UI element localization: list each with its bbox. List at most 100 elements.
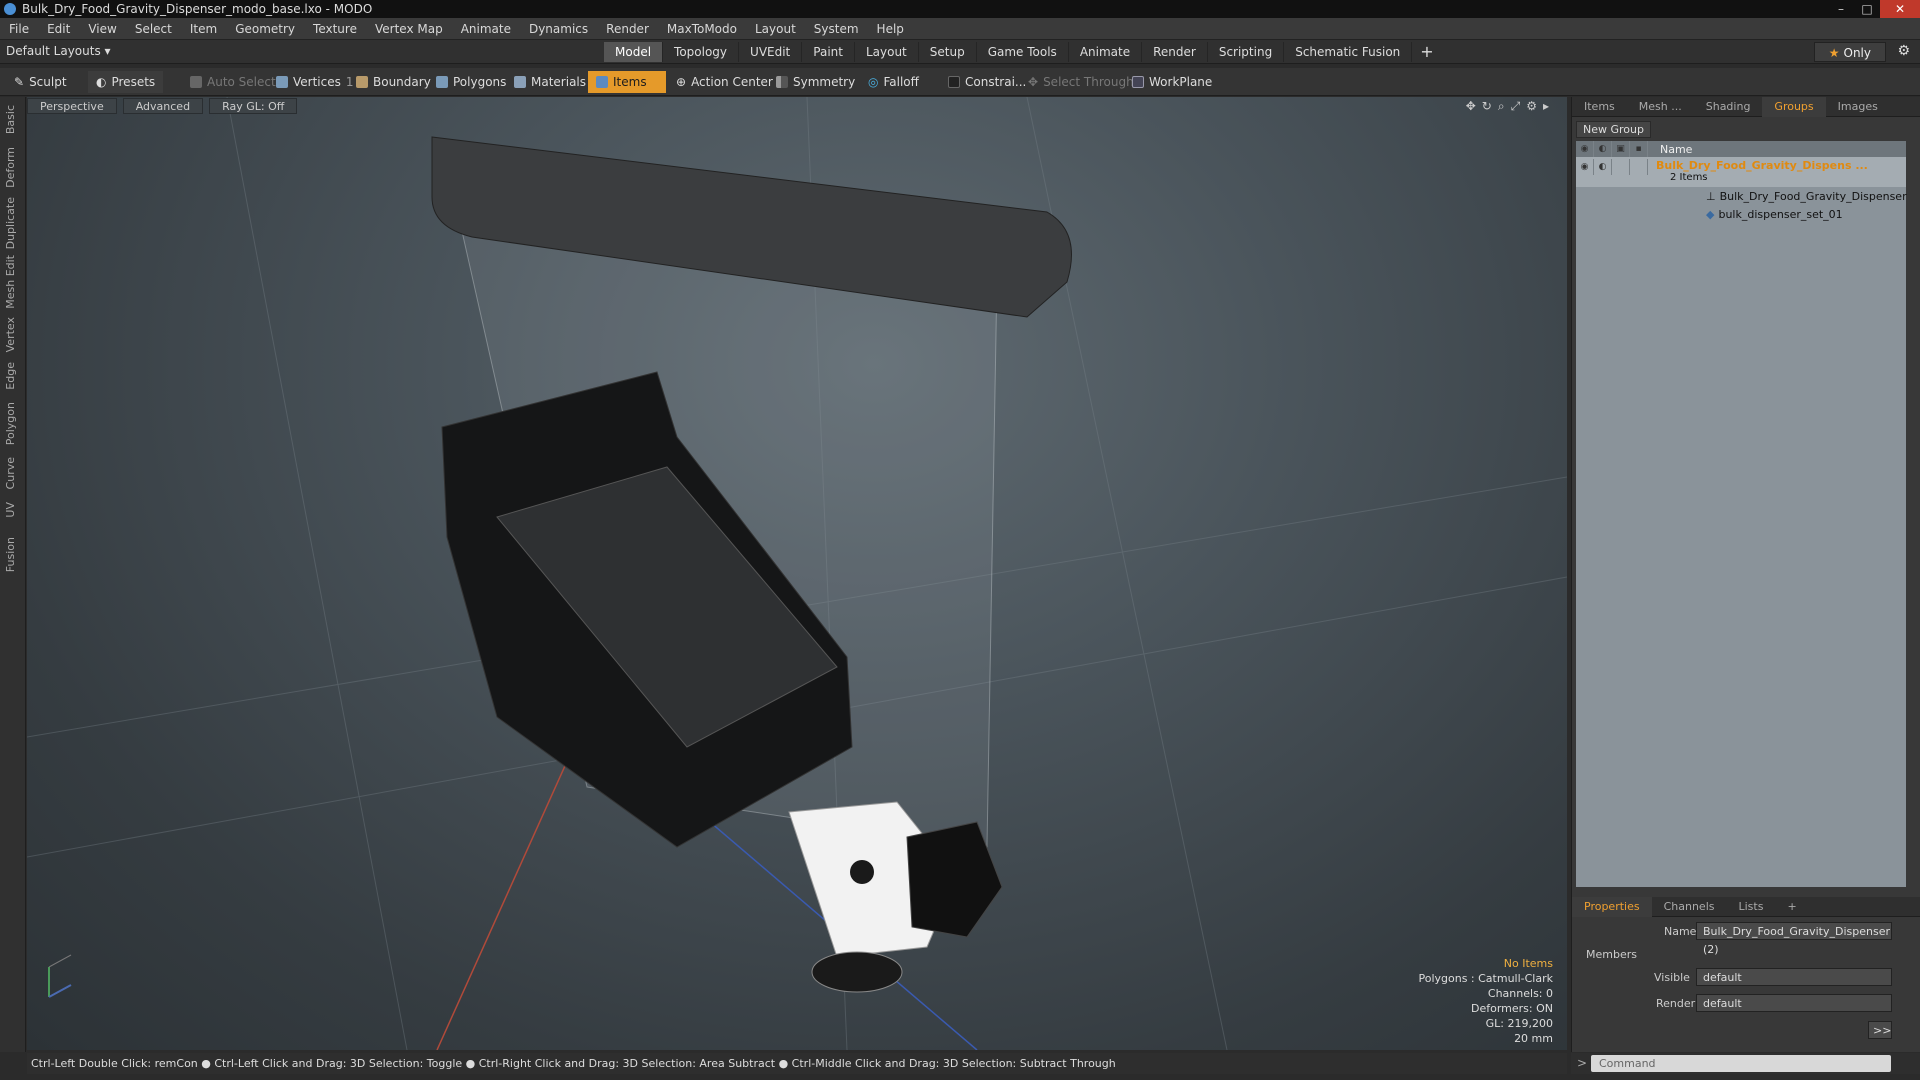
tab-scripting[interactable]: Scripting — [1208, 42, 1285, 62]
tab-schematic-fusion[interactable]: Schematic Fusion — [1284, 42, 1413, 62]
minimize-button[interactable]: – — [1828, 0, 1854, 18]
tab-lists[interactable]: Lists — [1727, 897, 1776, 917]
polygons-label: Polygons — [453, 75, 507, 89]
tab-layout[interactable]: Layout — [855, 42, 919, 62]
gear-icon[interactable]: ⚙ — [1897, 43, 1910, 59]
workplane-button[interactable]: WorkPlane — [1124, 71, 1220, 93]
row-render-icon[interactable]: ◐ — [1594, 159, 1612, 175]
name-field[interactable]: Bulk_Dry_Food_Gravity_Dispenser (2) — [1696, 922, 1892, 956]
left-tab-basic[interactable]: Basic — [4, 105, 22, 134]
row-lock-icon[interactable] — [1612, 159, 1630, 175]
menu-help[interactable]: Help — [868, 22, 913, 36]
tab-setup[interactable]: Setup — [919, 42, 977, 62]
group-child-row[interactable]: ◆ bulk_dispenser_set_01 — [1576, 205, 1906, 223]
row-eye-icon[interactable]: ◉ — [1576, 159, 1594, 175]
tab-model[interactable]: Model — [604, 42, 664, 62]
sculpt-button[interactable]: ✎ Sculpt — [6, 71, 75, 93]
tab-properties[interactable]: Properties — [1572, 896, 1652, 917]
viewport-header: Perspective Advanced Ray GL: Off — [27, 97, 303, 115]
tab-groups[interactable]: Groups — [1762, 96, 1826, 117]
hud-scale: 20 mm — [1514, 1032, 1553, 1045]
3d-viewport[interactable]: Perspective Advanced Ray GL: Off ✥ ↻ ⌕ ⤢… — [27, 97, 1567, 1050]
tab-game-tools[interactable]: Game Tools — [977, 42, 1069, 62]
new-group-button[interactable]: New Group — [1576, 121, 1651, 138]
tab-items[interactable]: Items — [1572, 97, 1627, 117]
raygl-toggle[interactable]: Ray GL: Off — [209, 98, 298, 114]
members-section[interactable]: Members — [1586, 944, 1637, 964]
falloff-button[interactable]: ◎ Falloff — [860, 71, 927, 93]
action-center-label: Action Center — [691, 75, 773, 89]
menu-maxtomodo[interactable]: MaxToModo — [658, 22, 746, 36]
polygons-button[interactable]: Polygons — [428, 71, 514, 93]
menu-geometry[interactable]: Geometry — [226, 22, 304, 36]
properties-tabs: Properties Channels Lists + — [1572, 896, 1920, 917]
materials-button[interactable]: Materials — [506, 71, 594, 93]
menu-file[interactable]: File — [0, 22, 38, 36]
presets-button[interactable]: ◐ Presets — [88, 71, 164, 93]
modo-window: Bulk_Dry_Food_Gravity_Dispenser_modo_bas… — [0, 0, 1920, 1080]
left-tab-fusion[interactable]: Fusion — [4, 537, 22, 572]
hud-polygons: Polygons : Catmull-Clark — [1418, 972, 1553, 985]
hud-channels: Channels: 0 — [1487, 987, 1553, 1000]
menu-dynamics[interactable]: Dynamics — [520, 22, 597, 36]
menu-system[interactable]: System — [805, 22, 868, 36]
fit-icon[interactable]: ⤢ — [1511, 99, 1521, 114]
zoom-icon[interactable]: ⌕ — [1498, 99, 1505, 114]
tab-render[interactable]: Render — [1142, 42, 1208, 62]
viewport-settings-icon[interactable]: ⚙ — [1526, 99, 1537, 114]
falloff-icon: ◎ — [868, 75, 879, 89]
row-select-icon[interactable] — [1630, 159, 1648, 175]
left-tab-deform[interactable]: Deform — [4, 147, 22, 188]
left-tab-mesh-edit[interactable]: Mesh Edit — [4, 255, 22, 309]
visible-select[interactable]: default — [1696, 968, 1892, 986]
menu-view[interactable]: View — [79, 22, 125, 36]
locator-icon: ⊥ — [1706, 189, 1716, 203]
rotate-icon[interactable]: ↻ — [1482, 99, 1492, 114]
boundary-button[interactable]: Boundary — [348, 71, 439, 93]
menu-select[interactable]: Select — [126, 22, 181, 36]
group-row[interactable]: ◉ ◐ Bulk_Dry_Food_Gravity_Dispens ... 2 … — [1576, 157, 1906, 187]
default-layouts-dropdown[interactable]: Default Layouts ▾ — [6, 44, 111, 58]
left-tab-uv[interactable]: UV — [4, 502, 22, 518]
tab-animate[interactable]: Animate — [1069, 42, 1143, 62]
menu-layout[interactable]: Layout — [746, 22, 805, 36]
group-child-row[interactable]: ⊥ Bulk_Dry_Food_Gravity_Dispenser — [1576, 187, 1907, 205]
only-button[interactable]: ★ Only — [1813, 42, 1886, 62]
menu-vertex-map[interactable]: Vertex Map — [366, 22, 452, 36]
left-tab-edge[interactable]: Edge — [4, 362, 22, 390]
more-button[interactable]: >> — [1868, 1021, 1892, 1039]
tab-channels[interactable]: Channels — [1652, 897, 1727, 917]
menu-texture[interactable]: Texture — [304, 22, 366, 36]
tab-paint[interactable]: Paint — [802, 42, 855, 62]
expand-arrow-icon[interactable]: ▸ — [1543, 99, 1549, 114]
menu-edit[interactable]: Edit — [38, 22, 79, 36]
items-button[interactable]: Items — [588, 71, 666, 93]
add-tab-button[interactable]: + — [1412, 42, 1441, 62]
child-name: Bulk_Dry_Food_Gravity_Dispenser — [1719, 189, 1907, 203]
tab-images[interactable]: Images — [1826, 97, 1890, 117]
action-center-button[interactable]: ⊕ Action Center — [668, 71, 781, 93]
tab-shading[interactable]: Shading — [1694, 97, 1763, 117]
groups-list: ◉ ◐ ▣ ▪ Name ◉ ◐ Bulk_Dry_Food_Gravity_D… — [1576, 141, 1907, 887]
tab-mesh[interactable]: Mesh ... — [1627, 97, 1694, 117]
perspective-dropdown[interactable]: Perspective — [27, 98, 117, 114]
menu-animate[interactable]: Animate — [452, 22, 520, 36]
tab-uvedit[interactable]: UVEdit — [739, 42, 803, 62]
child-name: bulk_dispenser_set_01 — [1718, 207, 1843, 221]
left-tab-curve[interactable]: Curve — [4, 457, 22, 489]
left-tab-vertex[interactable]: Vertex — [4, 317, 22, 352]
left-tab-duplicate[interactable]: Duplicate — [4, 197, 22, 249]
pan-icon[interactable]: ✥ — [1466, 99, 1476, 114]
maximize-button[interactable]: □ — [1854, 0, 1880, 18]
command-input[interactable]: Command — [1591, 1055, 1891, 1072]
add-properties-tab[interactable]: + — [1775, 897, 1808, 917]
menu-render[interactable]: Render — [597, 22, 658, 36]
left-tab-polygon[interactable]: Polygon — [4, 402, 22, 445]
menu-item[interactable]: Item — [181, 22, 226, 36]
render-select[interactable]: default — [1696, 994, 1892, 1012]
tab-topology[interactable]: Topology — [663, 42, 740, 62]
close-button[interactable]: ✕ — [1880, 0, 1920, 18]
name-label: Name — [1664, 924, 1697, 938]
shading-dropdown[interactable]: Advanced — [122, 98, 204, 114]
symmetry-button[interactable]: Symmetry — [768, 71, 863, 93]
